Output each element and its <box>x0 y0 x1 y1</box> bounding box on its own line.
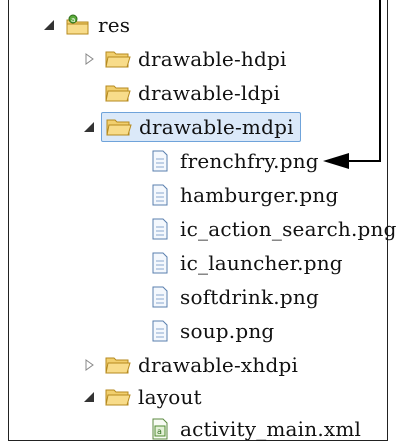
tree-label: layout <box>138 385 202 409</box>
tree-label: soup.png <box>180 319 275 343</box>
tree-label: hamburger.png <box>180 183 339 207</box>
tree-label: drawable-xhdpi <box>138 353 299 377</box>
tree-node-drawable-mdpi[interactable]: drawable-mdpi <box>81 110 301 144</box>
tree-node-soup-png[interactable]: soup.png <box>147 314 274 348</box>
image-file-icon <box>147 218 173 240</box>
expanded-triangle-icon[interactable] <box>41 17 57 33</box>
tree-node-frenchfry-png[interactable]: frenchfry.png <box>147 144 319 178</box>
image-file-icon <box>147 320 173 342</box>
tree-node-layout[interactable]: layout <box>81 380 202 414</box>
tree-label: drawable-ldpi <box>138 81 281 105</box>
folder-icon <box>105 48 131 70</box>
folder-icon <box>106 116 132 138</box>
folder-icon <box>105 354 131 376</box>
tree-label: activity_main.xml <box>180 417 362 441</box>
collapsed-triangle-icon[interactable] <box>81 357 97 373</box>
tree-node-ic-launcher-png[interactable]: ic_launcher.png <box>147 246 343 280</box>
tree-label: res <box>98 13 131 37</box>
expanded-triangle-icon[interactable] <box>81 119 97 135</box>
tree-label: frenchfry.png <box>180 149 319 173</box>
tree-label: ic_launcher.png <box>180 251 343 275</box>
tree-node-activity-main-xml[interactable]: a activity_main.xml <box>147 412 361 446</box>
expanded-triangle-icon[interactable] <box>81 389 97 405</box>
tree-node-drawable-xhdpi[interactable]: drawable-xhdpi <box>81 348 298 382</box>
selection-highlight[interactable]: drawable-mdpi <box>101 112 301 142</box>
image-file-icon <box>147 252 173 274</box>
folder-icon <box>105 82 131 104</box>
image-file-icon <box>147 184 173 206</box>
tree-node-hamburger-png[interactable]: hamburger.png <box>147 178 338 212</box>
tree-label: softdrink.png <box>180 285 319 309</box>
image-file-icon <box>147 150 173 172</box>
folder-icon <box>105 386 131 408</box>
xml-file-icon: a <box>147 418 173 440</box>
tree-label: drawable-hdpi <box>138 47 287 71</box>
tree-label: drawable-mdpi <box>139 115 294 139</box>
tree-node-res[interactable]: a res <box>41 8 130 42</box>
resource-folder-icon: a <box>65 14 91 36</box>
svg-text:a: a <box>71 16 75 24</box>
project-explorer-panel: a res drawable-hdpi drawable-ldpi drawab… <box>8 0 396 441</box>
svg-text:a: a <box>157 427 162 436</box>
tree-node-softdrink-png[interactable]: softdrink.png <box>147 280 319 314</box>
tree-node-drawable-hdpi[interactable]: drawable-hdpi <box>81 42 287 76</box>
tree-label: ic_action_search.png <box>180 217 397 241</box>
image-file-icon <box>147 286 173 308</box>
tree-node-drawable-ldpi[interactable]: drawable-ldpi <box>105 76 280 110</box>
tree-node-ic-action-search-png[interactable]: ic_action_search.png <box>147 212 397 246</box>
collapsed-triangle-icon[interactable] <box>81 51 97 67</box>
